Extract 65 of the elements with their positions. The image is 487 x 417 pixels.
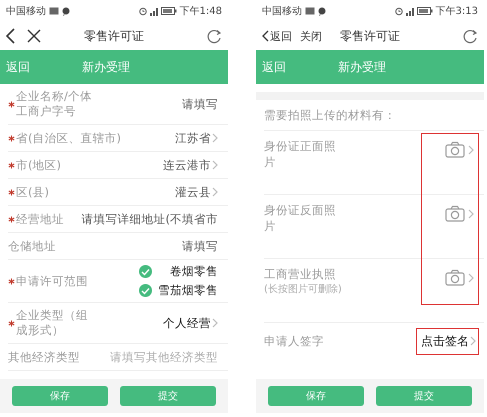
chevron-icon (212, 160, 218, 170)
check-icon (141, 268, 150, 276)
field-label: 区(县) (16, 184, 49, 200)
upload-note: (长按图片可删除) (264, 282, 342, 296)
chevron-icon (468, 144, 474, 154)
page-title: 零售许可证 (84, 28, 144, 44)
sim-icon (305, 7, 315, 15)
checkbox[interactable] (139, 284, 152, 297)
header-title: 新办受理 (338, 58, 386, 76)
chevron-icon (468, 208, 474, 218)
checkbox[interactable] (139, 265, 152, 278)
option-label: 卷烟零售 (169, 264, 218, 279)
close-icon[interactable] (27, 29, 41, 43)
field-label: 企业类型（组成形式） (16, 308, 89, 338)
message-icon (62, 6, 70, 16)
refresh-icon[interactable] (463, 28, 478, 44)
section-heading: 需要拍照上传的材料有： (264, 100, 484, 131)
upload-label: 身份证正面照片 (264, 139, 337, 170)
camera-icon[interactable] (445, 141, 465, 158)
camera-icon[interactable] (445, 269, 465, 286)
select-field[interactable]: 江苏省 (175, 130, 218, 146)
chevron-icon (212, 318, 218, 328)
message-icon (318, 6, 326, 16)
clock-time: 下午1:48 (180, 5, 222, 18)
chevron-icon (212, 187, 218, 197)
close-link[interactable]: 关闭 (300, 28, 322, 44)
select-field[interactable]: 连云港市 (163, 158, 218, 172)
sim-icon (49, 7, 59, 15)
signal-icon (406, 6, 414, 16)
input-field[interactable]: 请填写 (182, 96, 218, 112)
field-label: 市(地区) (16, 158, 61, 172)
sign-link[interactable]: 点击签名 (416, 328, 479, 354)
field-label: 仓储地址 (8, 238, 56, 254)
back-icon[interactable] (6, 28, 15, 44)
check-icon (141, 286, 150, 294)
battery-icon (160, 7, 177, 15)
field-label: 申请人签字 (264, 334, 324, 348)
field-label: 省(自治区、直辖市) (16, 130, 121, 146)
field-label: 企业名称/个体工商户字号 (16, 89, 92, 119)
page-title: 零售许可证 (340, 28, 400, 44)
battery-icon (416, 7, 433, 15)
select-field[interactable]: 灌云县 (175, 184, 218, 200)
field-label: 其他经济类型 (8, 350, 80, 364)
carrier-name: 中国移动 (6, 4, 46, 18)
upload-label: 身份证反面照片 (264, 203, 337, 234)
chevron-icon (468, 272, 474, 282)
field-label: 申请许可范围 (16, 274, 88, 288)
back-link[interactable]: 返回 (262, 28, 292, 44)
header-title: 新办受理 (82, 58, 130, 76)
select-field[interactable]: 个人经营 (163, 316, 218, 330)
carrier-name: 中国移动 (262, 4, 302, 18)
input-field[interactable]: 请填写 (182, 238, 218, 254)
option-label: 雪茄烟零售 (158, 283, 218, 298)
camera-icon[interactable] (445, 205, 465, 222)
input-field[interactable]: 请填写详细地址(不填省市 (82, 212, 218, 226)
chevron-icon (470, 336, 476, 346)
refresh-icon[interactable] (207, 28, 222, 44)
signal-icon (150, 6, 158, 16)
clock-time: 下午3:13 (436, 5, 478, 18)
chevron-icon (212, 133, 218, 143)
upload-label: 工商营业执照 (264, 267, 337, 283)
back-icon (262, 30, 269, 42)
field-label: 经营地址 (16, 212, 64, 226)
alarm-icon (394, 6, 403, 16)
alarm-icon (138, 6, 147, 16)
